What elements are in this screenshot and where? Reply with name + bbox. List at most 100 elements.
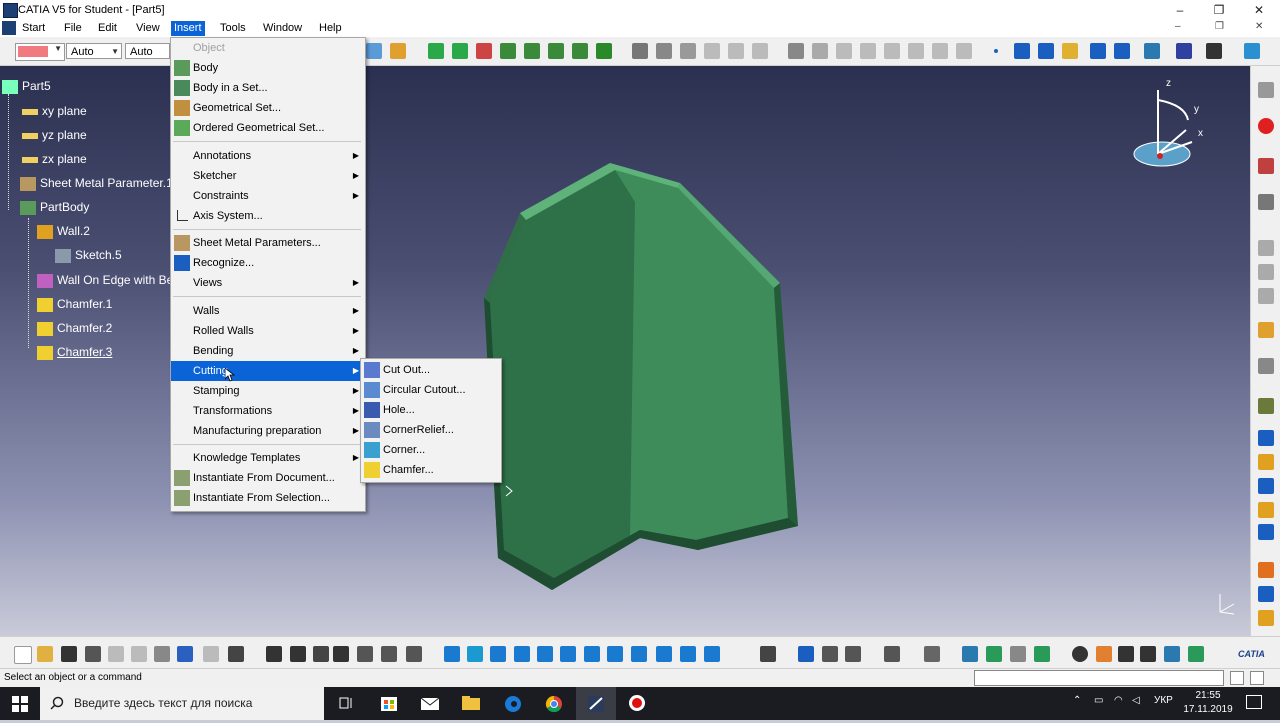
menu-item-recognize[interactable]: Recognize... — [171, 253, 365, 273]
shading-icon[interactable] — [656, 646, 672, 662]
menu-item-instantiate-from-document[interactable]: Instantiate From Document... — [171, 468, 365, 488]
disabled-tool-icon[interactable] — [860, 43, 876, 59]
zoom-out-icon[interactable] — [560, 646, 576, 662]
menu-file[interactable]: File — [61, 21, 85, 36]
disabled-tool-icon[interactable] — [1258, 288, 1274, 304]
record-icon[interactable] — [617, 687, 657, 720]
distribute-icon[interactable] — [572, 43, 588, 59]
restore-button[interactable]: ❐ — [1199, 0, 1239, 20]
view-tool-icon[interactable] — [680, 43, 696, 59]
disabled-tool-icon[interactable] — [884, 43, 900, 59]
new-icon[interactable] — [14, 646, 32, 664]
bend-icon[interactable] — [1258, 524, 1274, 540]
catia-taskbar-icon[interactable] — [576, 687, 616, 720]
compass-widget[interactable]: z y x — [1130, 78, 1210, 175]
tree-node-xy-plane[interactable]: xy plane — [22, 101, 87, 121]
axis-tool-icon[interactable] — [524, 43, 540, 59]
whats-this-icon[interactable] — [228, 646, 244, 662]
disabled-tool-icon[interactable] — [752, 43, 768, 59]
menu-window[interactable]: Window — [260, 21, 305, 36]
file-explorer-icon[interactable] — [451, 687, 491, 720]
tree-node-wall-2[interactable]: Wall.2 — [37, 221, 90, 241]
material-icon[interactable] — [1034, 646, 1050, 662]
cutout-icon[interactable] — [1258, 586, 1274, 602]
submenu-item-corner-relief[interactable]: CornerRelief... — [361, 420, 501, 440]
disabled-tool-icon[interactable] — [704, 43, 720, 59]
copy-icon[interactable] — [131, 646, 147, 662]
menu-item-instantiate-from-selection[interactable]: Instantiate From Selection... — [171, 488, 365, 508]
wall-icon[interactable] — [1090, 43, 1106, 59]
align-icon[interactable] — [548, 43, 564, 59]
stamping-icon[interactable] — [1258, 610, 1274, 626]
volume-icon[interactable]: ◁ — [1132, 695, 1140, 706]
menu-start[interactable]: Start — [19, 21, 48, 36]
battery-icon[interactable]: ▭ — [1094, 695, 1103, 706]
fit-all-icon[interactable] — [467, 646, 483, 662]
print-icon[interactable] — [85, 646, 101, 662]
menu-item-cutting[interactable]: Cutting ▶ — [171, 361, 365, 381]
catalog-icon[interactable] — [788, 43, 804, 59]
tree-node-chamfer-1[interactable]: Chamfer.1 — [37, 294, 112, 314]
disabled-tool-icon[interactable] — [836, 43, 852, 59]
measure-inertia-icon[interactable] — [845, 646, 861, 662]
pan-view-icon[interactable] — [490, 646, 506, 662]
table-icon[interactable] — [333, 646, 349, 662]
apply-material-icon[interactable] — [962, 646, 978, 662]
tree-node-part5[interactable]: Part5 — [2, 76, 51, 96]
select-icon[interactable] — [1258, 322, 1274, 338]
tree-node-chamfer-2[interactable]: Chamfer.2 — [37, 318, 112, 338]
power-input-button[interactable] — [1250, 671, 1264, 685]
unfold-icon[interactable] — [1144, 43, 1160, 59]
fly-mode-icon[interactable] — [444, 646, 460, 662]
reflect-icon[interactable] — [1096, 646, 1112, 662]
move-icon[interactable] — [452, 43, 468, 59]
disabled-tool-icon[interactable] — [1258, 240, 1274, 256]
recognize-icon[interactable] — [1258, 430, 1274, 446]
unit-icon[interactable] — [1164, 646, 1180, 662]
mail-icon[interactable] — [410, 687, 450, 720]
edge-icon[interactable] — [493, 687, 533, 720]
simulation-icon[interactable] — [1072, 646, 1088, 662]
disabled-tool-icon[interactable] — [1258, 264, 1274, 280]
formula-icon[interactable] — [266, 646, 282, 662]
tree-node-wall-on-edge[interactable]: Wall On Edge with Be — [37, 270, 173, 290]
filter-icon[interactable] — [1010, 646, 1026, 662]
taskbar-clock[interactable]: 21:55 17.11.2019 — [1178, 689, 1238, 717]
zoom-in-icon[interactable] — [537, 646, 553, 662]
tree-node-zx-plane[interactable]: zx plane — [22, 149, 87, 169]
doc-minimize-icon[interactable]: – — [1175, 21, 1181, 32]
hide-show-icon[interactable] — [680, 646, 696, 662]
minimize-button[interactable]: – — [1160, 0, 1200, 20]
menu-item-constraints[interactable]: Constraints ▶ — [171, 186, 365, 206]
sketch-tool-icon[interactable] — [366, 43, 382, 59]
open-icon[interactable] — [37, 646, 53, 662]
normal-view-icon[interactable] — [584, 646, 600, 662]
snap-icon[interactable] — [476, 43, 492, 59]
task-view-button[interactable] — [326, 687, 366, 720]
sheet-tool-icon[interactable] — [656, 43, 672, 59]
scale-icon[interactable] — [1140, 646, 1156, 662]
chrome-icon[interactable] — [534, 687, 574, 720]
menu-item-annotations[interactable]: Annotations ▶ — [171, 146, 365, 166]
paste-icon[interactable] — [154, 646, 170, 662]
taskbar-search-box[interactable]: Введите здесь текст для поиска — [40, 687, 324, 720]
measure-between-icon[interactable] — [798, 646, 814, 662]
doc-close-icon[interactable]: ✕ — [1255, 21, 1263, 32]
measure-icon[interactable] — [500, 43, 516, 59]
tools-icon[interactable] — [1206, 43, 1222, 59]
sheet-metal-part[interactable] — [470, 158, 810, 598]
surface-icon[interactable] — [1062, 43, 1078, 59]
menu-item-walls[interactable]: Walls ▶ — [171, 301, 365, 321]
menu-insert[interactable]: Insert — [171, 21, 205, 36]
menu-item-sketcher[interactable]: Sketcher ▶ — [171, 166, 365, 186]
menu-item-body-in-set[interactable]: Body in a Set... — [171, 78, 365, 98]
length-icon[interactable] — [1118, 646, 1134, 662]
capture-icon[interactable] — [884, 646, 900, 662]
disabled-tool-icon[interactable] — [932, 43, 948, 59]
linetype-combo[interactable]: Auto ▼ — [66, 43, 122, 59]
grid-icon[interactable] — [924, 646, 940, 662]
spline-icon[interactable] — [1014, 43, 1030, 59]
disabled-tool-icon[interactable] — [728, 43, 744, 59]
knowledge-icon[interactable] — [357, 646, 373, 662]
language-indicator[interactable]: УКР — [1154, 695, 1173, 706]
